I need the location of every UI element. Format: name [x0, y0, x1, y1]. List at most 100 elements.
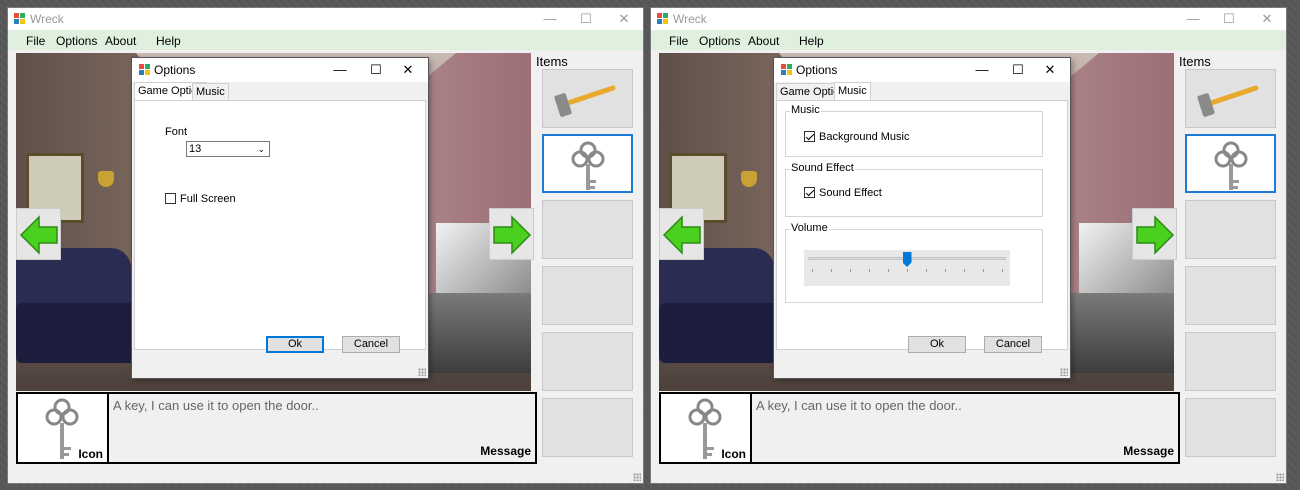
cancel-button[interactable]: Cancel [984, 336, 1042, 353]
ok-button[interactable]: Ok [908, 336, 966, 353]
status-bar [651, 465, 1286, 483]
info-panel: Icon A key, I can use it to open the doo… [659, 392, 1180, 464]
resize-grip[interactable] [633, 473, 641, 481]
arrow-right-icon [1136, 215, 1175, 255]
volume-group: Volume [785, 222, 1043, 303]
background-music-checkbox[interactable] [804, 131, 815, 142]
menu-options[interactable]: Options [56, 34, 97, 48]
item-slot-empty[interactable] [542, 200, 633, 259]
sound-effect-group: Sound Effect Sound Effect [785, 162, 1043, 217]
app-icon [14, 13, 25, 24]
slider-tick [926, 269, 927, 272]
slider-thumb[interactable] [902, 252, 912, 267]
dialog-title-bar[interactable]: Options — ☐ ✕ [132, 58, 428, 82]
info-panel: Icon A key, I can use it to open the doo… [16, 392, 537, 464]
slider-tick [1002, 269, 1003, 272]
close-button[interactable]: ✕ [1032, 58, 1068, 82]
item-slot-hammer[interactable] [1185, 69, 1276, 128]
menu-help[interactable]: Help [156, 34, 181, 48]
slider-tick [831, 269, 832, 272]
cancel-button[interactable]: Cancel [342, 336, 400, 353]
key-icon [1214, 141, 1248, 190]
menu-file[interactable]: File [669, 34, 688, 48]
window-title: Wreck [30, 12, 64, 26]
font-select[interactable]: 13 ⌄ [186, 141, 270, 157]
status-bar [8, 465, 643, 483]
menu-about[interactable]: About [748, 34, 779, 48]
game-window-1: Wreck — ☐ ✕ File Options About Help Item… [8, 8, 643, 483]
menu-options[interactable]: Options [699, 34, 740, 48]
slider-tick [945, 269, 946, 272]
minimize-button[interactable]: — [964, 58, 1000, 82]
key-icon [571, 141, 605, 190]
music-panel: Music Background Music Sound Effect Soun… [776, 100, 1068, 353]
resize-grip[interactable] [1276, 473, 1284, 481]
nav-left-button[interactable] [659, 208, 704, 260]
menu-help[interactable]: Help [799, 34, 824, 48]
item-slot-key[interactable] [1185, 134, 1276, 193]
items-label: Items [1179, 54, 1211, 69]
title-bar[interactable]: Wreck — ☐ ✕ [8, 8, 643, 30]
window-title: Wreck [673, 12, 707, 26]
options-dialog-music: Options — ☐ ✕ Game Option Music Music Ba… [774, 58, 1070, 378]
arrow-left-icon [19, 215, 58, 255]
maximize-button[interactable]: ☐ [566, 8, 606, 30]
menu-about[interactable]: About [105, 34, 136, 48]
item-slot-empty[interactable] [1185, 398, 1276, 457]
resize-grip[interactable] [1060, 368, 1068, 376]
ok-button[interactable]: Ok [266, 336, 324, 353]
title-bar[interactable]: Wreck — ☐ ✕ [651, 8, 1286, 30]
item-slot-empty[interactable] [1185, 332, 1276, 391]
message-text: A key, I can use it to open the door.. [113, 398, 319, 413]
app-icon [781, 64, 792, 75]
maximize-button[interactable]: ☐ [1209, 8, 1249, 30]
minimize-button[interactable]: — [530, 8, 570, 30]
item-slot-hammer[interactable] [542, 69, 633, 128]
item-slot-empty[interactable] [542, 266, 633, 325]
music-group: Music Background Music [785, 104, 1043, 157]
tab-music[interactable]: Music [192, 83, 229, 101]
slider-tick [964, 269, 965, 272]
close-button[interactable]: ✕ [604, 8, 644, 30]
minimize-button[interactable]: — [322, 58, 358, 82]
menu-file[interactable]: File [26, 34, 45, 48]
maximize-button[interactable]: ☐ [358, 58, 394, 82]
volume-slider[interactable] [804, 250, 1010, 286]
slider-tick [983, 269, 984, 272]
item-slot-empty[interactable] [542, 398, 633, 457]
music-group-label: Music [790, 104, 821, 116]
arrow-left-icon [662, 215, 701, 255]
menu-bar: File Options About Help [8, 30, 643, 50]
item-slot-empty[interactable] [542, 332, 633, 391]
tab-music[interactable]: Music [834, 82, 871, 101]
slider-tick [812, 269, 813, 272]
items-label: Items [536, 54, 568, 69]
fullscreen-label: Full Screen [180, 193, 236, 205]
close-button[interactable]: ✕ [1247, 8, 1287, 30]
chevron-down-icon: ⌄ [257, 144, 265, 154]
item-slot-empty[interactable] [1185, 266, 1276, 325]
item-slot-key[interactable] [542, 134, 633, 193]
nav-right-button[interactable] [1132, 208, 1177, 260]
item-slot-empty[interactable] [1185, 200, 1276, 259]
sound-effect-checkbox[interactable] [804, 187, 815, 198]
options-dialog-game: Options — ☐ ✕ Game Option Music Font 13 … [132, 58, 428, 378]
fullscreen-checkbox[interactable] [165, 193, 176, 204]
close-button[interactable]: ✕ [390, 58, 426, 82]
volume-group-label: Volume [790, 222, 829, 234]
game-window-2: Wreck — ☐ ✕ File Options About Help Item… [651, 8, 1286, 483]
minimize-button[interactable]: — [1173, 8, 1213, 30]
dialog-title-bar[interactable]: Options — ☐ ✕ [774, 58, 1070, 82]
wall-lamp [98, 171, 114, 187]
selected-item-icon-box: Icon [661, 394, 750, 462]
game-option-panel: Font 13 ⌄ Full Screen Ok Cancel [134, 100, 426, 353]
dialog-title: Options [796, 63, 838, 77]
maximize-button[interactable]: ☐ [1000, 58, 1036, 82]
nav-right-button[interactable] [489, 208, 534, 260]
dialog-footer [132, 358, 428, 378]
app-icon [139, 64, 150, 75]
nav-left-button[interactable] [16, 208, 61, 260]
message-box: A key, I can use it to open the door.. M… [752, 394, 1178, 462]
slider-tick [869, 269, 870, 272]
resize-grip[interactable] [418, 368, 426, 376]
